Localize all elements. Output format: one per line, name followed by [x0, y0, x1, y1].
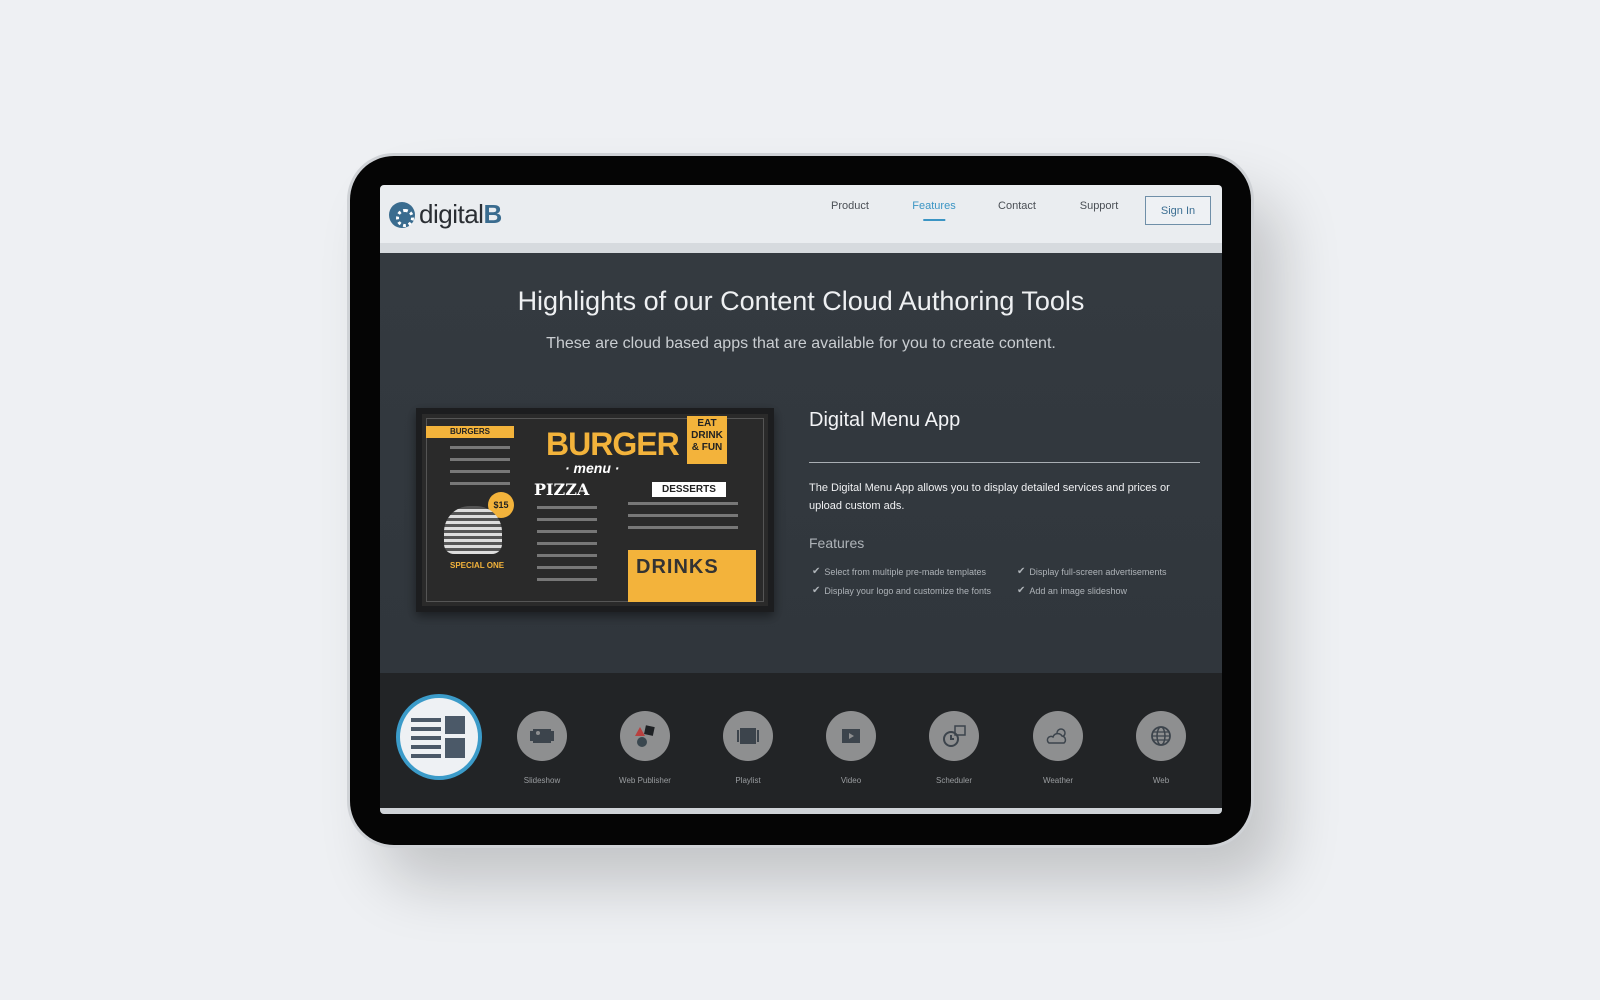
hero-subtitle: These are cloud based apps that are avai…: [546, 335, 1056, 352]
sign-in-button[interactable]: Sign In: [1145, 196, 1211, 225]
app-label: Weather: [1042, 776, 1074, 785]
feature-item: ✔ Select from multiple pre-made templates: [812, 566, 986, 577]
clock-calendar-icon: [943, 725, 966, 747]
app-icon-circle: [620, 711, 670, 761]
burger-illustration: [444, 506, 502, 554]
globe-icon: [1151, 726, 1171, 746]
screen: digitalB Product Features Contact Suppor…: [380, 185, 1222, 814]
app-scheduler[interactable]: Scheduler: [924, 711, 984, 785]
app-icon-circle: [723, 711, 773, 761]
app-slideshow[interactable]: Slideshow: [512, 711, 572, 785]
app-label: Web Publisher: [619, 776, 671, 785]
app-label: Playlist: [735, 776, 761, 785]
nav-product[interactable]: Product: [831, 200, 869, 212]
app-digital-menu-selected[interactable]: [396, 694, 482, 780]
menu-subtitle: · menu ·: [565, 460, 620, 476]
hero-title: Highlights of our Content Cloud Authorin…: [517, 286, 1085, 316]
feature-text: Display full-screen advertisements: [1029, 566, 1167, 577]
nav-contact[interactable]: Contact: [998, 200, 1036, 212]
logo-icon: [389, 201, 415, 228]
app-selector-bar: [380, 673, 1222, 808]
feature-item: ✔ Add an image slideshow: [1017, 585, 1127, 596]
features-heading: Features: [809, 535, 865, 551]
divider: [380, 243, 1222, 253]
menu-burgers-label: BURGERS: [426, 426, 514, 438]
divider: [809, 462, 1200, 463]
menu-special: SPECIAL ONE: [450, 561, 505, 570]
app-label: Video: [840, 776, 862, 785]
feature-item: ✔ Display full-screen advertisements: [1017, 566, 1166, 577]
menu-drinks: DRINKS: [636, 556, 719, 578]
menu-eat-badge: EAT DRINK & FUN: [687, 416, 727, 464]
app-label: Scheduler: [935, 776, 973, 785]
menu-desserts: DESSERTS: [652, 482, 726, 497]
navbar: digitalB Product Features Contact Suppor…: [380, 185, 1222, 243]
app-icon-circle: [1033, 711, 1083, 761]
feature-text: Select from multiple pre-made templates: [824, 566, 986, 577]
nav-features[interactable]: Features: [912, 200, 955, 212]
app-icon-circle: [826, 711, 876, 761]
logo[interactable]: digitalB: [389, 199, 502, 230]
app-web-publisher[interactable]: Web Publisher: [615, 711, 675, 785]
menu-burger-title: BURGER: [546, 426, 680, 462]
app-video[interactable]: Video: [821, 711, 881, 785]
playlist-icon: [737, 728, 759, 744]
check-icon: ✔: [812, 585, 821, 596]
logo-text: digital: [419, 199, 484, 229]
logo-suffix: B: [483, 199, 502, 229]
app-label: Slideshow: [523, 776, 561, 785]
app-icon-circle: [1136, 711, 1186, 761]
slideshow-icon: [530, 729, 554, 743]
app-playlist[interactable]: Playlist: [718, 711, 778, 785]
app-weather[interactable]: Weather: [1028, 711, 1088, 785]
feature-text: Add an image slideshow: [1029, 585, 1127, 596]
menu-layout-icon: [411, 716, 465, 758]
shapes-icon: [635, 725, 655, 747]
check-icon: ✔: [1017, 585, 1026, 596]
nav-support[interactable]: Support: [1080, 200, 1119, 212]
app-web[interactable]: Web: [1131, 711, 1191, 785]
app-icon-circle: [929, 711, 979, 761]
app-title: Digital Menu App: [809, 409, 961, 431]
app-icon-circle: [517, 711, 567, 761]
app-description: The Digital Menu App allows you to displ…: [809, 482, 1170, 512]
film-icon: [842, 729, 860, 743]
check-icon: ✔: [1017, 566, 1026, 577]
feature-item: ✔ Display your logo and customize the fon…: [812, 585, 991, 596]
app-label: Web: [1152, 776, 1170, 785]
digital-menu-preview: BURGERS BURGER · menu · EAT DRINK & FUN …: [416, 408, 774, 612]
sun-cloud-icon: [1046, 728, 1067, 744]
menu-pizza: PIZZA: [534, 480, 590, 499]
divider: [380, 808, 1222, 814]
feature-text: Display your logo and customize the font…: [824, 585, 991, 596]
check-icon: ✔: [812, 566, 821, 577]
